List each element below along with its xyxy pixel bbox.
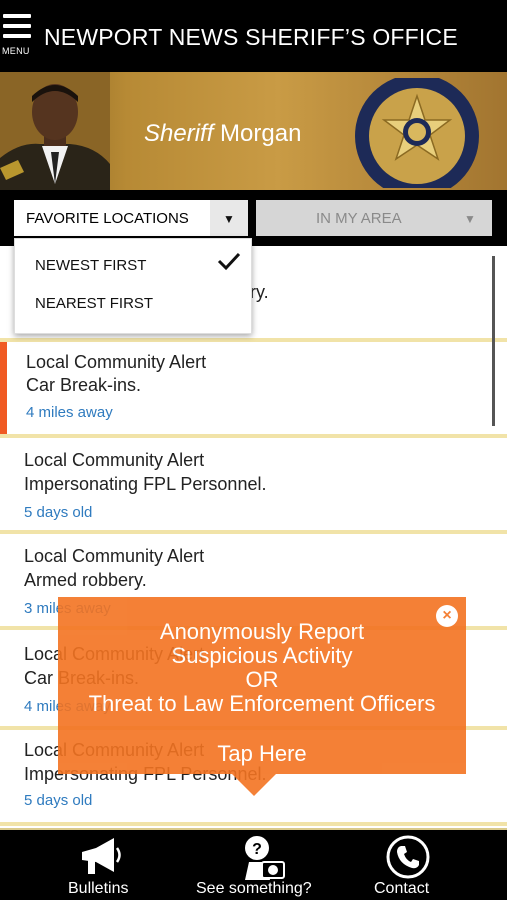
sheriff-banner: Sheriff Morgan [0, 72, 507, 190]
list-item[interactable]: Local Community Alert Car Break-ins. 4 m… [0, 342, 507, 434]
sheriff-portrait [0, 72, 110, 190]
tap-here-button[interactable]: Tap Here [58, 741, 466, 767]
popup-line-1: Anonymously Report [159, 619, 365, 644]
svg-text:?: ? [252, 841, 262, 858]
sheriff-badge-seal [355, 78, 479, 188]
alert-detail: ry. [250, 282, 269, 302]
sort-option-newest[interactable]: NEWEST FIRST [35, 257, 146, 274]
popup-line-2: Suspicious Activity [171, 643, 353, 668]
app-header: MENU NEWPORT NEWS SHERIFF’S OFFICE [0, 0, 507, 72]
highlight-accent [0, 342, 7, 434]
sort-option-nearest[interactable]: NEAREST FIRST [35, 295, 153, 312]
popup-line-4: Threat to Law Enforcement Officers [88, 691, 436, 716]
alert-title: Local Community Alert [24, 450, 205, 470]
report-popup[interactable]: × Anonymously Report Suspicious Activity… [58, 597, 466, 774]
popup-line-3: OR [245, 667, 279, 692]
alert-meta: 5 days old [24, 792, 93, 809]
tab-see-something[interactable]: ? See something? [185, 830, 335, 900]
list-separator [0, 822, 507, 826]
in-my-area-label: IN MY AREA [316, 210, 402, 227]
menu-icon-bar [3, 34, 31, 38]
alert-title: Local Community Alert [24, 546, 205, 566]
chevron-down-icon: ▼ [223, 212, 235, 226]
sheriff-surname: Morgan [220, 120, 302, 147]
menu-icon-bar [3, 24, 31, 28]
tab-contact[interactable]: Contact [360, 830, 460, 900]
alert-detail: Armed robbery. [24, 570, 147, 590]
sheriff-title: Sheriff [144, 120, 214, 147]
alert-detail: Impersonating FPL Personnel. [24, 474, 267, 494]
sheriff-name: Sheriff Morgan [144, 120, 301, 148]
sort-menu: NEWEST FIRST NEAREST FIRST [14, 238, 252, 334]
bottom-tab-bar: Bulletins ? See something? Contact [0, 828, 507, 900]
in-my-area-dropdown[interactable]: IN MY AREA ▼ [256, 200, 492, 236]
tab-label-see-something: See something? [196, 880, 312, 897]
alert-meta: 5 days old [24, 504, 93, 521]
alert-title: Local Community Alert [26, 352, 207, 372]
alert-detail: Car Break-ins. [26, 375, 142, 395]
alert-meta: 4 miles away [26, 404, 113, 421]
camera-question-icon: ? [245, 836, 285, 880]
menu-label: MENU [2, 46, 30, 56]
megaphone-icon [82, 838, 121, 874]
list-item[interactable]: Local Community Alert Impersonating FPL … [0, 438, 507, 530]
tab-label-bulletins: Bulletins [68, 880, 129, 897]
phone-icon [386, 835, 430, 879]
menu-icon-bar [3, 14, 31, 18]
favorite-locations-label: FAVORITE LOCATIONS [26, 210, 189, 227]
menu-button[interactable]: MENU [0, 8, 34, 58]
dropdown-arrow-box[interactable]: ▼ [210, 200, 248, 236]
tab-label-contact: Contact [374, 880, 430, 897]
page-title: NEWPORT NEWS SHERIFF’S OFFICE [44, 24, 458, 50]
chevron-down-icon: ▼ [464, 212, 476, 226]
tab-bulletins[interactable]: Bulletins [40, 830, 160, 900]
popup-pointer [232, 774, 276, 796]
scrollbar[interactable] [492, 256, 495, 426]
favorite-locations-dropdown[interactable]: FAVORITE LOCATIONS ▼ [14, 200, 248, 236]
checkmark-icon [217, 252, 241, 271]
